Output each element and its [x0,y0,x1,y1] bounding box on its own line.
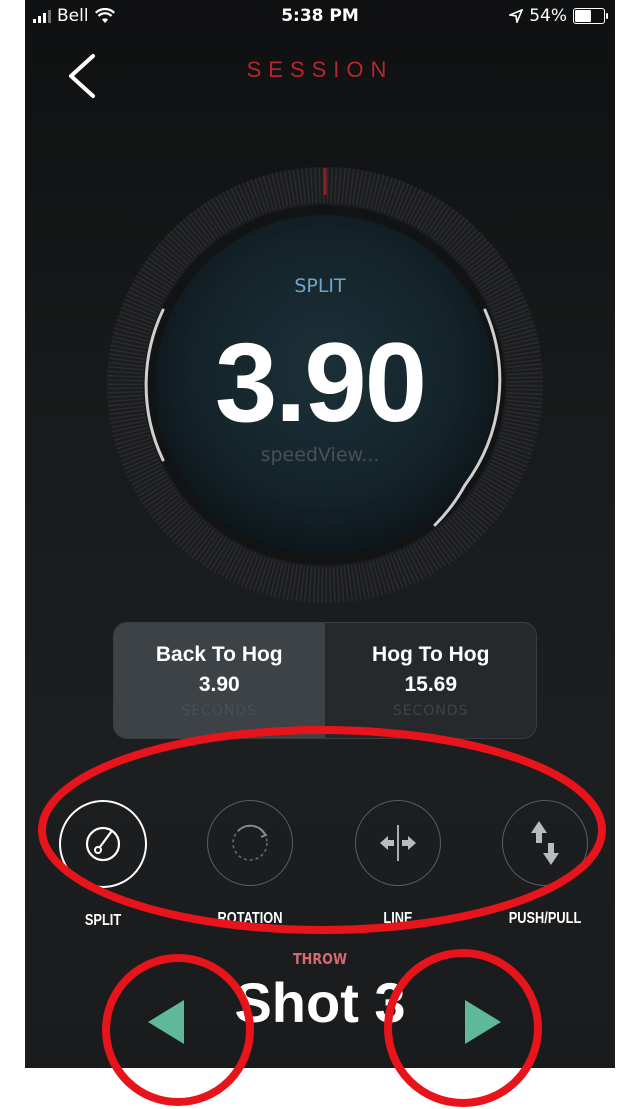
card-value: 15.69 [404,673,458,696]
battery-percent: 54% [529,6,567,26]
gauge-value: 3.90 [215,320,427,445]
status-bar: Bell 5:38 PM 54% [25,0,615,30]
push-pull-icon [502,800,588,886]
card-hog-to-hog[interactable]: Hog To Hog 15.69 SECONDS [326,623,537,738]
stopwatch-icon [59,800,147,888]
mode-split[interactable]: SPLIT [38,800,168,930]
card-unit: SECONDS [181,703,258,719]
card-back-to-hog[interactable]: Back To Hog 3.90 SECONDS [114,623,326,738]
mode-label: ROTATION [217,910,283,927]
line-icon [355,800,441,886]
rotation-icon [207,800,293,886]
battery-icon [573,8,608,24]
card-title: Hog To Hog [372,643,490,666]
mode-line[interactable]: LINE [333,800,463,928]
card-title: Back To Hog [155,643,283,666]
mode-selector: SPLIT ROTATION LINE PUSH/PULL [25,800,615,929]
category-label: THROW [292,950,348,968]
gauge-label: SPLIT [294,275,346,297]
card-unit: SECONDS [392,703,469,719]
page-title: SESSION [246,57,394,82]
app-screen: Bell 5:38 PM 54% SESSION SPLIT 3.90 spee… [25,0,615,1068]
gauge-sublabel: speedView... [260,444,380,466]
shot-title: Shot 3 [234,971,406,1034]
mode-label: PUSH/PULL [508,910,582,927]
location-icon [509,9,524,23]
mode-label: SPLIT [84,912,122,929]
card-value: 3.90 [198,673,240,696]
status-right: 54% [509,6,608,26]
time-cards: Back To Hog 3.90 SECONDS Hog To Hog 15.6… [113,622,537,739]
mode-label: LINE [383,910,413,927]
next-shot-button[interactable] [465,1000,501,1044]
mode-rotation[interactable]: ROTATION [185,800,315,928]
mode-push-pull[interactable]: PUSH/PULL [480,800,610,928]
previous-shot-button[interactable] [148,1000,184,1044]
